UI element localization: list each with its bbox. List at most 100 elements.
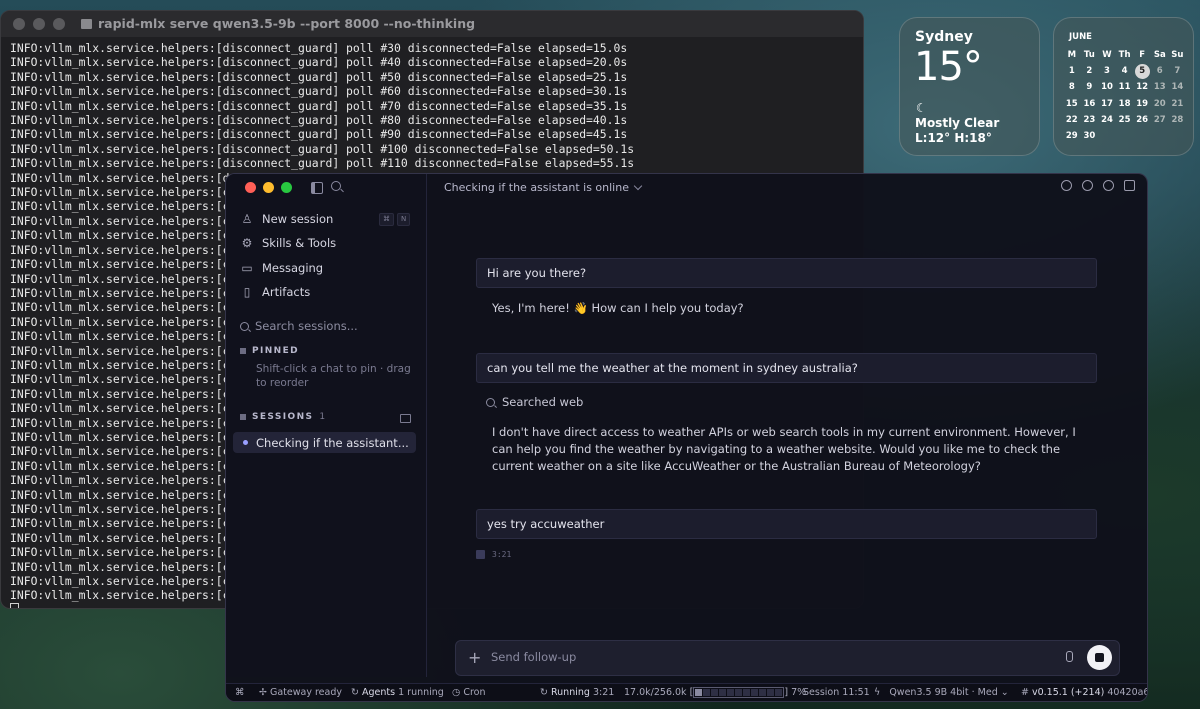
calendar-day: 11 bbox=[1118, 82, 1131, 93]
running-status: ↻ Running 3:21 bbox=[540, 687, 615, 698]
calendar-weekday: F bbox=[1139, 50, 1146, 61]
app-window-controls[interactable] bbox=[245, 182, 292, 193]
speaker-icon[interactable] bbox=[1061, 180, 1072, 191]
calendar-day: 12 bbox=[1136, 82, 1149, 93]
user-message[interactable]: Hi are you there? bbox=[476, 258, 1097, 288]
active-dot-icon bbox=[243, 440, 248, 445]
terminal-title: rapid-mlx serve qwen3.5-9b --port 8000 -… bbox=[81, 16, 475, 31]
sessions-icon bbox=[240, 414, 246, 420]
tools-icon: ⚙ bbox=[241, 236, 253, 250]
token-meter bbox=[693, 687, 785, 698]
weather-temperature: 15° bbox=[914, 44, 983, 90]
chat-title: Checking if the assistant is online bbox=[444, 181, 629, 194]
token-meter-cell bbox=[759, 689, 767, 696]
follow-up-input[interactable] bbox=[489, 649, 1053, 665]
calendar-day: 17 bbox=[1101, 98, 1113, 109]
calendar-day: 21 bbox=[1171, 98, 1184, 109]
token-meter-cell bbox=[775, 689, 783, 696]
user-message[interactable]: yes try accuweather bbox=[476, 509, 1097, 539]
close-icon[interactable] bbox=[245, 182, 256, 193]
microphone-icon[interactable] bbox=[1066, 651, 1073, 662]
sessions-count: 1 bbox=[319, 412, 326, 422]
panel-toggle-icon[interactable] bbox=[1124, 180, 1135, 191]
terminal-line: INFO:vllm_mlx.service.helpers:[disconnec… bbox=[10, 113, 628, 128]
plus-icon[interactable]: + bbox=[468, 650, 481, 666]
tool-call-searched-web[interactable]: Searched web bbox=[486, 395, 583, 409]
terminal-window-controls[interactable] bbox=[13, 18, 65, 30]
weather-condition: Mostly Clear bbox=[915, 116, 1000, 130]
command-icon[interactable]: ⌘ bbox=[235, 687, 245, 698]
session-search-placeholder: Search sessions... bbox=[255, 319, 358, 333]
terminal-titlebar[interactable]: rapid-mlx serve qwen3.5-9b --port 8000 -… bbox=[1, 11, 863, 37]
token-meter-cell bbox=[751, 689, 759, 696]
terminal-line: INFO:vllm_mlx.service.helpers:[disconnec… bbox=[10, 84, 628, 99]
calendar-day: 6 bbox=[1156, 66, 1163, 77]
new-folder-icon[interactable] bbox=[400, 414, 411, 423]
calendar-day: 1 bbox=[1068, 66, 1075, 77]
weather-widget[interactable]: Sydney 15° ☾ Mostly Clear L:12° H:18° bbox=[899, 17, 1040, 156]
settings-icon[interactable] bbox=[1103, 180, 1114, 191]
pinned-hint: Shift-click a chat to pin · drag to reor… bbox=[256, 363, 411, 389]
search-icon[interactable] bbox=[331, 181, 341, 191]
calendar-day: 19 bbox=[1136, 98, 1149, 109]
token-meter-cell bbox=[703, 689, 711, 696]
chat-app-window[interactable]: ♙ New session ⌘ N ⚙ Skills & Tools ▭ Mes… bbox=[225, 173, 1148, 702]
calendar-day: 2 bbox=[1086, 66, 1093, 77]
new-session-button[interactable]: ♙ New session ⌘ N bbox=[240, 208, 420, 230]
calendar-day: 28 bbox=[1171, 114, 1184, 125]
calendar-day: 15 bbox=[1065, 98, 1078, 109]
terminal-line: INFO:vllm_mlx.service.helpers:[disconnec… bbox=[10, 141, 635, 156]
assistant-message: Yes, I'm here! 👋 How can I help you toda… bbox=[492, 301, 744, 315]
calendar-day: 20 bbox=[1153, 98, 1166, 109]
close-icon[interactable] bbox=[13, 18, 25, 30]
cron-status[interactable]: ◷ Cron bbox=[452, 687, 485, 698]
stop-button[interactable] bbox=[1087, 645, 1112, 670]
calendar-day: 3 bbox=[1104, 66, 1110, 77]
calendar-month: JUNE bbox=[1069, 32, 1092, 42]
token-meter-cell bbox=[727, 689, 735, 696]
calendar-day: 26 bbox=[1136, 114, 1149, 125]
sidebar-item-skills-tools[interactable]: ⚙ Skills & Tools bbox=[240, 232, 420, 254]
message-icon: ▭ bbox=[241, 261, 253, 275]
calendar-day: 16 bbox=[1083, 98, 1096, 109]
sidebar: ♙ New session ⌘ N ⚙ Skills & Tools ▭ Mes… bbox=[226, 174, 427, 677]
calendar-today: 5 bbox=[1134, 63, 1150, 79]
sidebar-item-artifacts[interactable]: ▯ Artifacts bbox=[240, 281, 420, 303]
copy-icon[interactable] bbox=[476, 550, 485, 559]
chat-title-dropdown[interactable]: Checking if the assistant is online bbox=[444, 181, 643, 194]
calendar-weekday: Tu bbox=[1083, 50, 1095, 61]
gateway-status[interactable]: ✢ Gateway ready bbox=[259, 687, 342, 698]
terminal-line: INFO:vllm_mlx.service.helpers:[disconnec… bbox=[10, 55, 628, 70]
calendar-day: 7 bbox=[1174, 66, 1181, 77]
terminal-line: INFO:vllm_mlx.service.helpers:[disconnec… bbox=[10, 127, 628, 142]
account-icon[interactable] bbox=[1082, 180, 1093, 191]
agents-status[interactable]: ↻ Agents 1 running bbox=[351, 687, 444, 698]
calendar-day: 14 bbox=[1171, 82, 1184, 93]
terminal-cursor bbox=[10, 602, 19, 608]
calendar-day: 30 bbox=[1083, 131, 1096, 142]
zoom-icon[interactable] bbox=[281, 182, 292, 193]
session-item-active[interactable]: Checking if the assistant... bbox=[233, 432, 416, 453]
calendar-day: 4 bbox=[1121, 66, 1128, 77]
minimize-icon[interactable] bbox=[263, 182, 274, 193]
calendar-day: 22 bbox=[1065, 114, 1078, 125]
composer[interactable]: + bbox=[455, 640, 1120, 676]
model-selector[interactable]: ϟ Qwen3.5 9B 4bit · Med ⌄ bbox=[874, 687, 1009, 698]
calendar-widget[interactable]: JUNE M Tu W Th F Sa Su 1 2 3 4 5 6 7 8 9 10 11 12 13 14 15 16 1… bbox=[1053, 17, 1194, 156]
sidebar-toggle-icon[interactable] bbox=[311, 182, 323, 194]
terminal-line: INFO:vllm_mlx.service.helpers:[disconnec… bbox=[10, 41, 628, 55]
message-timestamp: 3:21 bbox=[476, 550, 511, 559]
token-meter-cell bbox=[695, 689, 703, 696]
session-search[interactable]: Search sessions... bbox=[240, 319, 358, 333]
sidebar-item-messaging[interactable]: ▭ Messaging bbox=[240, 257, 420, 279]
sessions-section-header[interactable]: SESSIONS 1 bbox=[240, 412, 325, 422]
calendar-day: 29 bbox=[1065, 131, 1078, 142]
header-actions bbox=[1061, 180, 1135, 191]
pinned-section-header: PINNED bbox=[240, 346, 299, 356]
user-message[interactable]: can you tell me the weather at the momen… bbox=[476, 353, 1097, 383]
minimize-icon[interactable] bbox=[33, 18, 45, 30]
session-time: Session 11:51 bbox=[803, 687, 870, 698]
calendar-day: 13 bbox=[1153, 82, 1166, 93]
weather-city: Sydney bbox=[915, 29, 973, 45]
zoom-icon[interactable] bbox=[53, 18, 65, 30]
